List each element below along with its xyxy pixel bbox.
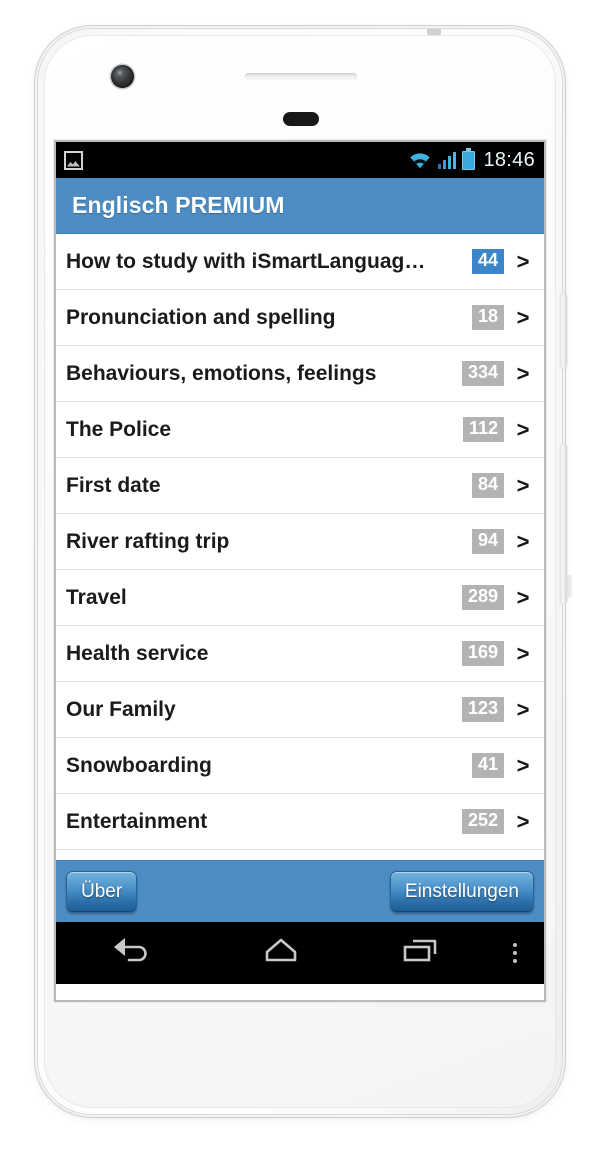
list-item-count-badge: 41: [471, 753, 504, 778]
device-screen: 18:46 Englisch PREMIUM How to study with…: [56, 142, 544, 1000]
front-camera-icon: [111, 65, 134, 88]
wifi-icon: [408, 151, 432, 169]
android-navigation-bar: [56, 922, 544, 984]
page-title: Englisch PREMIUM: [72, 192, 285, 218]
list-item-count-badge: 112: [462, 417, 504, 442]
list-item[interactable]: Our Family 123 >: [56, 682, 544, 738]
chevron-right-icon: >: [516, 472, 530, 498]
list-item-title: Snowboarding: [66, 753, 212, 777]
status-bar-clock: 18:46: [483, 148, 535, 171]
list-item-title: Travel: [66, 585, 127, 609]
list-item[interactable]: Pronunciation and spelling 18 >: [56, 290, 544, 346]
status-bar-notifications: [64, 150, 408, 170]
app-header: Englisch PREMIUM: [56, 178, 544, 234]
list-item-title: River rafting trip: [66, 529, 230, 553]
settings-button[interactable]: Einstellungen: [389, 870, 534, 913]
earpiece-speaker: [245, 73, 357, 80]
chevron-right-icon: >: [516, 360, 530, 386]
list-item-count-badge: 169: [461, 641, 504, 666]
recent-apps-icon: [399, 936, 443, 971]
gallery-image-icon: [64, 150, 83, 170]
about-button[interactable]: Über: [66, 870, 138, 913]
list-item[interactable]: Snowboarding 41 >: [56, 738, 544, 794]
list-item-title: Health service: [66, 641, 209, 665]
bottom-action-bar: Über Einstellungen: [56, 860, 544, 922]
home-icon: [259, 936, 303, 971]
antenna-strip: [427, 29, 441, 35]
list-item-title: The Police: [66, 417, 172, 441]
back-button[interactable]: [56, 922, 206, 984]
list-item-count-badge: 289: [461, 585, 504, 610]
list-item[interactable]: Health service 169 >: [56, 626, 544, 682]
chevron-right-icon: >: [516, 640, 530, 666]
chevron-right-icon: >: [516, 696, 530, 722]
list-item[interactable]: First date 84 >: [56, 458, 544, 514]
list-item-count-badge: 252: [461, 809, 504, 834]
chevron-right-icon: >: [516, 248, 530, 274]
lesson-list[interactable]: How to study with iSmartLanguag… 44 > Pr…: [56, 234, 544, 860]
list-item[interactable]: How to study with iSmartLanguag… 44 >: [56, 234, 544, 290]
back-arrow-icon: [109, 936, 153, 971]
proximity-sensor: [283, 112, 319, 126]
volume-rocker-button[interactable]: [560, 294, 567, 368]
status-bar-system-icons: 18:46: [408, 147, 535, 172]
list-item[interactable]: The Police 112 >: [56, 402, 544, 458]
status-bar: 18:46: [56, 142, 544, 178]
battery-icon: [462, 147, 476, 170]
list-item-title: Entertainment: [66, 809, 208, 833]
chevron-right-icon: >: [516, 752, 530, 778]
list-item-count-badge: 94: [471, 529, 504, 554]
list-item-title: How to study with iSmartLanguag…: [66, 249, 426, 273]
list-item-count-badge: 334: [461, 361, 504, 386]
list-item-title: Pronunciation and spelling: [66, 305, 336, 329]
list-item[interactable]: River rafting trip 94 >: [56, 514, 544, 570]
list-item-title: Our Family: [66, 697, 176, 721]
cellular-signal-icon: [437, 151, 457, 169]
list-item-count-badge: 123: [461, 697, 504, 722]
chevron-right-icon: >: [516, 808, 530, 834]
chevron-right-icon: >: [516, 304, 530, 330]
list-empty-area: [56, 850, 544, 860]
list-item[interactable]: Behaviours, emotions, feelings 334 >: [56, 346, 544, 402]
list-item[interactable]: Travel 289 >: [56, 570, 544, 626]
list-item-count-badge: 84: [471, 473, 504, 498]
list-item-count-badge: 18: [471, 305, 504, 330]
list-item-title: Behaviours, emotions, feelings: [66, 361, 377, 385]
overflow-menu-button[interactable]: [486, 922, 544, 984]
chevron-right-icon: >: [516, 416, 530, 442]
home-button[interactable]: [206, 922, 356, 984]
list-item-title: First date: [66, 473, 161, 497]
side-port: [566, 575, 572, 597]
overflow-menu-icon: [513, 943, 517, 963]
list-item-count-badge: 44: [471, 249, 504, 274]
list-item[interactable]: Entertainment 252 >: [56, 794, 544, 850]
chevron-right-icon: >: [516, 528, 530, 554]
chevron-right-icon: >: [516, 584, 530, 610]
recent-apps-button[interactable]: [356, 922, 486, 984]
